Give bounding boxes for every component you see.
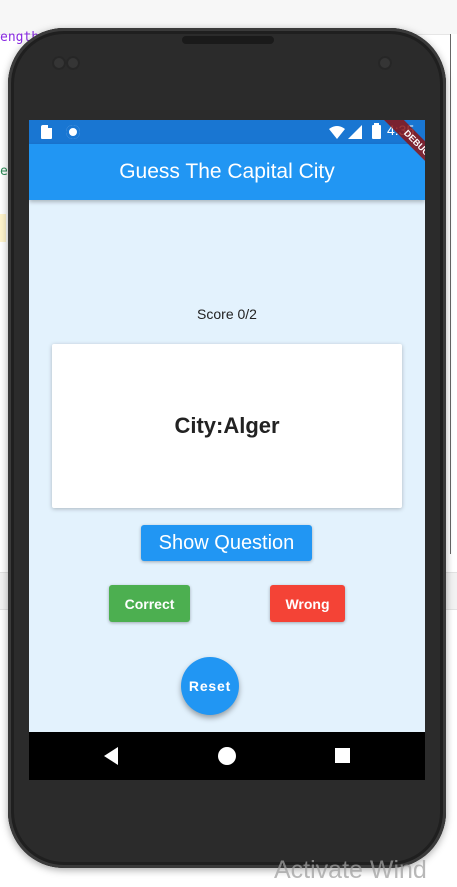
city-text: City:Alger	[174, 413, 280, 438]
system-nav-bar	[29, 732, 425, 780]
wrong-button[interactable]: Wrong	[270, 585, 345, 622]
desktop-screenshot: ength e 4:35 Guess The Capital City	[0, 0, 457, 887]
show-question-button[interactable]: Show Question	[141, 525, 312, 561]
ide-line-highlight	[0, 214, 6, 242]
page-title: Guess The Capital City	[119, 160, 335, 183]
ide-code-text-2: e	[0, 164, 8, 179]
ide-side-panel	[450, 34, 457, 554]
battery-icon	[372, 123, 381, 139]
recents-icon[interactable]	[335, 748, 350, 763]
back-icon[interactable]	[104, 747, 118, 765]
sd-card-icon	[41, 125, 52, 139]
correct-button[interactable]: Correct	[109, 585, 190, 622]
question-card: City:Alger	[52, 344, 402, 508]
phone-frame: 4:35 Guess The Capital City DEBUG Score …	[8, 28, 446, 868]
activation-watermark: Activate Wind	[274, 856, 427, 884]
circle-icon	[66, 125, 80, 139]
score-text: Score 0/2	[197, 306, 257, 322]
wifi-icon	[329, 126, 345, 139]
sensor-icon	[66, 56, 80, 70]
app-screen: 4:35 Guess The Capital City DEBUG Score …	[29, 120, 425, 780]
status-bar: 4:35	[29, 120, 425, 144]
sensor-icon	[52, 56, 66, 70]
phone-speaker	[182, 36, 274, 44]
app-bar: Guess The Capital City	[29, 144, 425, 200]
signal-icon	[348, 125, 362, 139]
front-camera-icon	[378, 56, 392, 70]
reset-button[interactable]: Reset	[181, 657, 239, 715]
home-icon[interactable]	[218, 747, 236, 765]
